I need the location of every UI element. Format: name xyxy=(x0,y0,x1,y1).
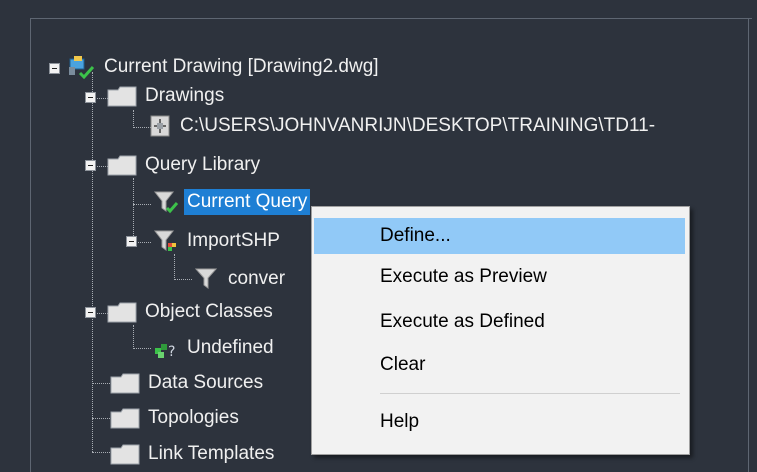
tree-item-label: C:\USERS\JOHNVANRIJN\DESKTOP\TRAINING\TD… xyxy=(180,115,656,136)
object-class-icon: ? xyxy=(153,336,179,360)
panel-border-right xyxy=(748,18,749,472)
menu-item-label: Execute as Defined xyxy=(380,311,545,332)
drawing-file-icon xyxy=(148,114,172,138)
folder-icon xyxy=(107,84,137,108)
menu-item-execute-as-preview[interactable]: Execute as Preview xyxy=(314,259,685,295)
tree-item-label: Object Classes xyxy=(145,301,273,322)
query-filter-icon xyxy=(194,267,220,291)
tree-connector xyxy=(174,254,175,280)
panel-border-top xyxy=(30,18,752,19)
menu-item-label: Define... xyxy=(380,225,451,246)
tree-item-label: conver xyxy=(228,268,286,289)
tree-item-label: Drawings xyxy=(145,85,225,106)
tree-connector xyxy=(133,178,134,242)
query-filter-icon xyxy=(153,190,179,214)
menu-item-execute-as-defined[interactable]: Execute as Defined xyxy=(314,304,685,340)
menu-separator xyxy=(380,393,680,394)
collapse-query-library-toggle[interactable] xyxy=(85,160,96,171)
tree-connector xyxy=(133,204,151,205)
tree-item-label: Current Drawing [Drawing2.dwg] xyxy=(104,56,379,77)
tree-item-current-query[interactable]: Current Query xyxy=(153,188,311,216)
tree-item-current-drawing[interactable]: Current Drawing [Drawing2.dwg] xyxy=(66,53,382,81)
folder-icon xyxy=(110,371,140,395)
tree-connector xyxy=(133,348,151,349)
tree-item-drawing-file[interactable]: C:\USERS\JOHNVANRIJN\DESKTOP\TRAINING\TD… xyxy=(148,112,658,140)
tree-item-label: Link Templates xyxy=(148,443,275,464)
menu-item-help[interactable]: Help xyxy=(314,404,685,440)
tree-item-query-library[interactable]: Query Library xyxy=(107,151,263,179)
tree-item-label: Undefined xyxy=(187,337,274,358)
tree-item-label: Data Sources xyxy=(148,372,264,393)
tree-item-topologies[interactable]: Topologies xyxy=(110,404,242,432)
tree-connector xyxy=(174,279,192,280)
folder-icon xyxy=(107,300,137,324)
query-filter-icon xyxy=(153,229,179,253)
folder-icon xyxy=(107,153,137,177)
menu-item-define[interactable]: Define... xyxy=(314,218,685,254)
menu-item-label: Execute as Preview xyxy=(380,266,547,287)
tree-item-label: Current Query xyxy=(184,189,311,215)
svg-text:?: ? xyxy=(168,344,175,360)
tree-item-label: ImportSHP xyxy=(187,230,280,251)
tree-item-label: Query Library xyxy=(145,154,261,175)
tree-item-link-templates[interactable]: Link Templates xyxy=(110,440,277,468)
tree-item-object-classes[interactable]: Object Classes xyxy=(107,298,276,326)
collapse-importshp-toggle[interactable] xyxy=(126,236,137,247)
tree-item-undefined-class[interactable]: ? Undefined xyxy=(153,334,277,362)
tree-item-label: Topologies xyxy=(148,407,239,428)
menu-item-label: Help xyxy=(380,411,420,432)
tree-item-data-sources[interactable]: Data Sources xyxy=(110,369,266,397)
folder-icon xyxy=(110,442,140,466)
menu-item-label: Clear xyxy=(380,354,426,375)
tree-connector xyxy=(133,110,134,128)
tree-item-drawings[interactable]: Drawings xyxy=(107,82,227,110)
tree-connector xyxy=(133,325,134,349)
tree-item-importshp[interactable]: ImportSHP xyxy=(153,227,283,255)
tree-item-conver-query[interactable]: conver xyxy=(194,265,288,293)
panel-border-left xyxy=(30,18,31,472)
collapse-object-classes-toggle[interactable] xyxy=(85,307,96,318)
collapse-drawings-toggle[interactable] xyxy=(85,92,96,103)
collapse-root-toggle[interactable] xyxy=(49,63,60,74)
tree-connector xyxy=(92,72,93,452)
folder-icon xyxy=(110,406,140,430)
menu-item-clear[interactable]: Clear xyxy=(314,347,685,383)
map-explorer-root-icon xyxy=(66,55,96,79)
context-menu: Define... Execute as Preview Execute as … xyxy=(311,206,690,455)
